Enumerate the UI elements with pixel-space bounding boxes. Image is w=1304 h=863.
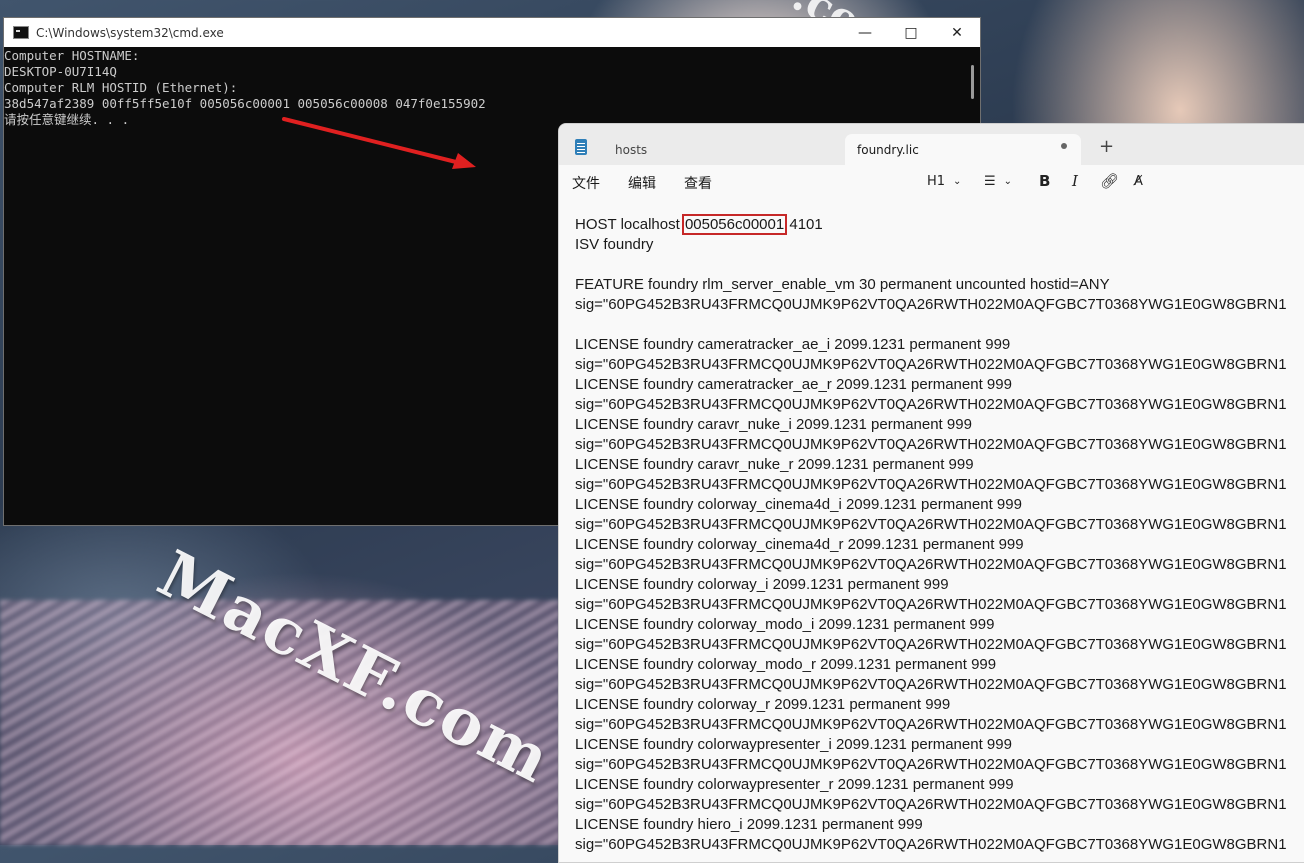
host-prefix: HOST localhost xyxy=(575,216,684,233)
text-line: LICENSE foundry colorway_cinema4d_i 2099… xyxy=(575,496,1022,513)
text-line: LICENSE foundry cameratracker_ae_i 2099.… xyxy=(575,336,1011,353)
add-tab-button[interactable]: + xyxy=(1099,136,1114,157)
text-line: LICENSE foundry cameratracker_ae_r 2099.… xyxy=(575,376,1012,393)
text-line: LICENSE foundry caravr_nuke_r 2099.1231 … xyxy=(575,456,974,473)
bold-button[interactable]: B xyxy=(1039,171,1050,191)
host-suffix: 4101 xyxy=(785,216,823,233)
menu-bar: 文件 编辑 查看 H1 ⌄ ☰ ⌄ B I 🔗︎ A̸ xyxy=(559,165,1304,199)
chevron-down-icon: ⌄ xyxy=(953,175,962,187)
notepad-window[interactable]: hosts foundry.lic + 文件 编辑 查看 H1 ⌄ ☰ ⌄ B … xyxy=(558,123,1304,863)
text-line xyxy=(575,315,1287,335)
heading-dropdown[interactable]: H1 ⌄ xyxy=(927,171,961,191)
text-line: LICENSE foundry colorway_modo_r 2099.123… xyxy=(575,656,997,673)
menu-view[interactable]: 查看 xyxy=(684,173,712,193)
tab-label: hosts xyxy=(615,142,648,157)
text-line: sig="60PG452B3RU43FRMCQ0UJMK9P62VT0QA26R… xyxy=(575,716,1287,733)
italic-button[interactable]: I xyxy=(1072,171,1078,191)
text-line: FEATURE foundry rlm_server_enable_vm 30 … xyxy=(575,276,1110,293)
notepad-app-icon xyxy=(575,139,587,155)
tab-strip: hosts foundry.lic + xyxy=(559,124,1304,165)
chevron-down-icon: ⌄ xyxy=(1003,175,1013,187)
cmd-window-title: C:\Windows\system32\cmd.exe xyxy=(36,25,224,40)
cmd-app-icon xyxy=(13,26,29,39)
heading-label: H1 xyxy=(927,173,946,189)
host-line: HOST localhost 005056c00001 4101 xyxy=(575,214,1287,235)
text-line: LICENSE foundry colorway_cinema4d_r 2099… xyxy=(575,536,1024,553)
text-line: LICENSE foundry hiero_i 2099.1231 perman… xyxy=(575,816,923,833)
text-line: sig="60PG452B3RU43FRMCQ0UJMK9P62VT0QA26R… xyxy=(575,636,1287,653)
text-line: sig="60PG452B3RU43FRMCQ0UJMK9P62VT0QA26R… xyxy=(575,476,1287,493)
license-lines: ISV foundry FEATURE foundry rlm_server_en… xyxy=(575,235,1287,855)
red-arrow-annotation xyxy=(282,117,476,169)
console-line: 38d547af2389 00ff5ff5e10f 005056c00001 0… xyxy=(4,96,486,111)
link-icon[interactable]: 🔗︎ xyxy=(1100,171,1119,191)
text-line: sig="60PG452B3RU43FRMCQ0UJMK9P62VT0QA26R… xyxy=(575,676,1287,693)
list-icon: ☰ xyxy=(984,173,996,189)
maximize-icon[interactable]: □ xyxy=(888,18,934,47)
console-line: Computer RLM HOSTID (Ethernet): xyxy=(4,80,238,95)
text-line: sig="60PG452B3RU43FRMCQ0UJMK9P62VT0QA26R… xyxy=(575,436,1287,453)
close-icon[interactable]: ✕ xyxy=(934,18,980,47)
console-line: DESKTOP-0U7I14Q xyxy=(4,64,117,79)
text-line xyxy=(575,255,1287,275)
editor-text-area[interactable]: HOST localhost 005056c00001 4101 ISV fou… xyxy=(575,214,1287,855)
text-line: sig="60PG452B3RU43FRMCQ0UJMK9P62VT0QA26R… xyxy=(575,296,1287,313)
text-line: sig="60PG452B3RU43FRMCQ0UJMK9P62VT0QA26R… xyxy=(575,516,1287,533)
text-line: LICENSE foundry colorwaypresenter_r 2099… xyxy=(575,776,1014,793)
window-controls: — □ ✕ xyxy=(842,18,980,47)
text-line: sig="60PG452B3RU43FRMCQ0UJMK9P62VT0QA26R… xyxy=(575,356,1287,373)
unsaved-dot-icon[interactable] xyxy=(1061,143,1067,149)
console-output[interactable]: Computer HOSTNAME: DESKTOP-0U7I14Q Compute… xyxy=(4,47,980,128)
tab-label: foundry.lic xyxy=(857,142,919,157)
scrollbar-thumb[interactable] xyxy=(971,65,974,99)
minimize-icon[interactable]: — xyxy=(842,18,888,47)
menu-file[interactable]: 文件 xyxy=(572,173,600,193)
text-line: sig="60PG452B3RU43FRMCQ0UJMK9P62VT0QA26R… xyxy=(575,796,1287,813)
text-line: LICENSE foundry colorway_i 2099.1231 per… xyxy=(575,576,949,593)
highlighted-hostid: 005056c00001 xyxy=(681,214,788,235)
list-dropdown[interactable]: ☰ ⌄ xyxy=(984,171,1012,191)
console-line: Computer HOSTNAME: xyxy=(4,48,140,63)
text-line: sig="60PG452B3RU43FRMCQ0UJMK9P62VT0QA26R… xyxy=(575,596,1287,613)
text-line: sig="60PG452B3RU43FRMCQ0UJMK9P62VT0QA26R… xyxy=(575,556,1287,573)
text-line: LICENSE foundry caravr_nuke_i 2099.1231 … xyxy=(575,416,972,433)
tab-foundry-lic[interactable]: foundry.lic xyxy=(845,134,1081,165)
text-line: LICENSE foundry colorway_modo_i 2099.123… xyxy=(575,616,995,633)
tab-hosts[interactable]: hosts xyxy=(603,134,843,165)
menu-edit[interactable]: 编辑 xyxy=(628,173,656,193)
clear-format-icon[interactable]: A̸ xyxy=(1134,171,1143,191)
text-line: sig="60PG452B3RU43FRMCQ0UJMK9P62VT0QA26R… xyxy=(575,836,1287,853)
text-line: sig="60PG452B3RU43FRMCQ0UJMK9P62VT0QA26R… xyxy=(575,396,1287,413)
text-line: LICENSE foundry colorway_r 2099.1231 per… xyxy=(575,696,951,713)
text-line: ISV foundry xyxy=(575,236,654,253)
cmd-title-bar[interactable]: C:\Windows\system32\cmd.exe — □ ✕ xyxy=(4,18,980,47)
text-line: LICENSE foundry colorwaypresenter_i 2099… xyxy=(575,736,1012,753)
text-line: sig="60PG452B3RU43FRMCQ0UJMK9P62VT0QA26R… xyxy=(575,756,1287,773)
